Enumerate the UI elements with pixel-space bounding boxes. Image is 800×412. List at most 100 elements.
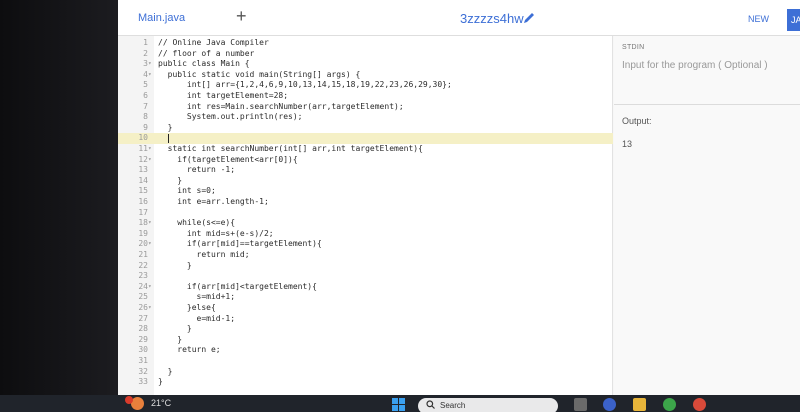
line-number: 1: [143, 38, 148, 47]
new-button[interactable]: NEW: [748, 14, 769, 24]
taskbar-search[interactable]: [418, 398, 558, 412]
code-text: s=mid+1;: [158, 292, 236, 302]
code-line[interactable]: 7 int res=Main.searchNumber(arr,targetEl…: [118, 102, 613, 113]
code-text: }: [158, 122, 173, 132]
fold-arrow-icon[interactable]: ▾: [148, 303, 154, 314]
fold-arrow-icon[interactable]: ▾: [148, 218, 154, 229]
ide-window: Main.java + 3zzzzs4hw NEW JA 1 // Online …: [118, 0, 800, 395]
code-line[interactable]: 15 int s=0;: [118, 186, 613, 197]
code-text: public static void main(String[] args) {: [158, 69, 361, 79]
chrome-icon[interactable]: [693, 398, 706, 411]
line-number: 24: [138, 281, 148, 291]
code-text: if(targetElement<arr[0]){: [158, 154, 298, 164]
language-button[interactable]: JA: [787, 9, 800, 31]
notification-badge: [125, 396, 133, 404]
code-line[interactable]: 6 int targetElement=28;: [118, 91, 613, 102]
line-number: 10: [138, 133, 148, 143]
fold-arrow-icon[interactable]: ▾: [148, 144, 154, 155]
pencil-icon[interactable]: [522, 11, 536, 25]
code-line[interactable]: 4 ▾ public static void main(String[] args…: [118, 70, 613, 81]
browser-icon[interactable]: [663, 398, 676, 411]
code-line[interactable]: 20 ▾ if(arr[mid]==targetElement){: [118, 239, 613, 250]
code-line[interactable]: 1 // Online Java Compiler: [118, 38, 613, 49]
code-line[interactable]: 3 ▾ public class Main {: [118, 59, 613, 70]
code-text: public class Main {: [158, 59, 250, 69]
code-text: }: [158, 175, 183, 185]
code-line[interactable]: 33}: [118, 377, 613, 388]
panel-divider[interactable]: [614, 104, 800, 105]
tab-main-java[interactable]: Main.java: [138, 12, 185, 24]
code-text: int s=0;: [158, 186, 216, 196]
code-line[interactable]: 2 // floor of a number: [118, 49, 613, 60]
line-number: 28: [138, 324, 148, 334]
code-line[interactable]: 5 int[] arr={1,2,4,6,9,10,13,14,15,18,19…: [118, 80, 613, 91]
code-editor[interactable]: 1 // Online Java Compiler 2 // floor of a n…: [118, 36, 613, 395]
code-line[interactable]: 9 }: [118, 123, 613, 134]
line-number: 18: [138, 218, 148, 228]
code-line[interactable]: 29 }: [118, 335, 613, 346]
line-number: 32: [138, 366, 148, 376]
search-label: Search: [440, 401, 466, 410]
code-text: }: [158, 377, 163, 387]
line-number: 31: [138, 356, 148, 365]
code-line[interactable]: 10: [118, 133, 613, 144]
code-line[interactable]: 17: [118, 208, 613, 219]
code-line[interactable]: 21 return mid;: [118, 250, 613, 261]
code-text: }else{: [158, 303, 216, 312]
fold-arrow-icon[interactable]: ▾: [148, 70, 154, 81]
folder-icon[interactable]: [633, 398, 646, 411]
stdin-label: STDIN: [622, 44, 645, 51]
line-number: 29: [138, 334, 148, 344]
fold-arrow-icon[interactable]: ▾: [148, 59, 154, 70]
code-line[interactable]: 13 return -1;: [118, 165, 613, 176]
fold-arrow-icon[interactable]: ▾: [148, 239, 154, 250]
code-line[interactable]: 12 ▾ if(targetElement<arr[0]){: [118, 155, 613, 166]
stdin-input[interactable]: Input for the program ( Optional ): [622, 60, 768, 71]
code-line[interactable]: 30 return e;: [118, 345, 613, 356]
code-line[interactable]: 8 System.out.println(res);: [118, 112, 613, 123]
code-text: return e;: [158, 345, 221, 355]
line-number: 22: [138, 260, 148, 270]
code-text: int[] arr={1,2,4,6,9,10,13,14,15,18,19,2…: [158, 80, 452, 90]
code-line[interactable]: 23: [118, 271, 613, 282]
project-name[interactable]: 3zzzzs4hw: [460, 11, 524, 26]
windows-start-icon[interactable]: [392, 398, 405, 411]
code-line[interactable]: 31: [118, 356, 613, 367]
line-number: 23: [138, 271, 148, 281]
code-line[interactable]: 27 e=mid-1;: [118, 314, 613, 325]
code-line[interactable]: 11 ▾ static int searchNumber(int[] arr,in…: [118, 144, 613, 155]
code-text: int mid=s+(e-s)/2;: [158, 228, 274, 238]
line-number: 16: [138, 197, 148, 206]
weather-temperature[interactable]: 21°C: [151, 398, 171, 408]
line-number: 12: [138, 154, 148, 164]
line-number: 25: [138, 292, 148, 302]
code-line[interactable]: 26 ▾ }else{: [118, 303, 613, 314]
code-text: int res=Main.searchNumber(arr,targetElem…: [158, 101, 404, 111]
fold-arrow-icon[interactable]: ▾: [148, 155, 154, 166]
line-number: 26: [138, 303, 148, 312]
screen-bezel: [0, 0, 118, 395]
code-line[interactable]: 32 }: [118, 367, 613, 378]
code-text: e=mid-1;: [158, 313, 236, 323]
fold-arrow-icon[interactable]: ▾: [148, 282, 154, 293]
taskbar-app-icon[interactable]: [603, 398, 616, 411]
code-line[interactable]: 19 int mid=s+(e-s)/2;: [118, 229, 613, 240]
code-text: }: [158, 260, 192, 270]
line-number: 17: [138, 207, 148, 217]
code-line[interactable]: 25 s=mid+1;: [118, 292, 613, 303]
add-tab-button[interactable]: +: [236, 6, 247, 27]
code-text: return -1;: [158, 165, 236, 175]
code-line[interactable]: 22 }: [118, 261, 613, 272]
taskbar-app-icon[interactable]: [574, 398, 587, 411]
code-text: if(arr[mid]<targetElement){: [158, 281, 317, 291]
line-number: 8: [143, 112, 148, 122]
code-text: }: [158, 324, 192, 334]
code-line[interactable]: 18 ▾ while(s<=e){: [118, 218, 613, 229]
code-text: while(s<=e){: [158, 218, 236, 228]
code-line[interactable]: 16 int e=arr.length-1;: [118, 197, 613, 208]
line-number: 4: [143, 69, 148, 79]
code-line[interactable]: 14 }: [118, 176, 613, 187]
code-line[interactable]: 24 ▾ if(arr[mid]<targetElement){: [118, 282, 613, 293]
code-line[interactable]: 28 }: [118, 324, 613, 335]
line-number: 20: [138, 239, 148, 249]
